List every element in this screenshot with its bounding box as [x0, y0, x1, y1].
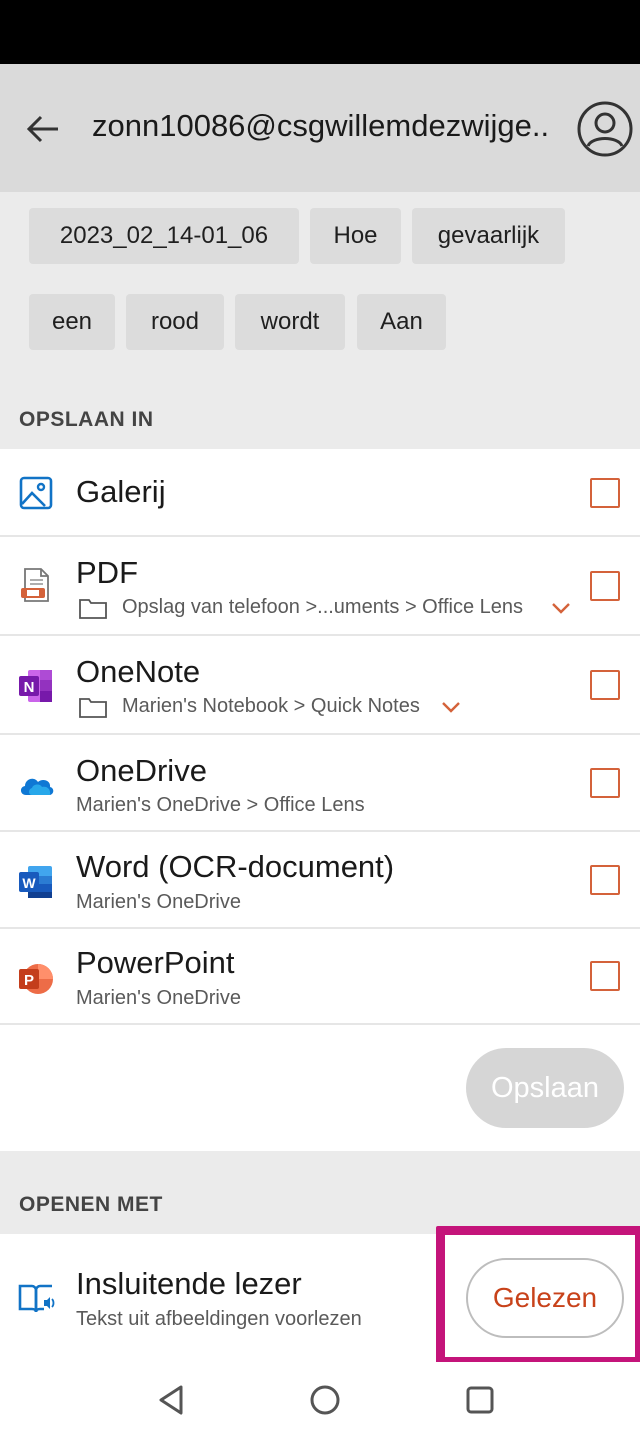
destination-row-pdf[interactable]: PDF Opslag van telefoon >...uments > Off…	[0, 537, 640, 636]
word-checkbox[interactable]	[590, 865, 620, 895]
destination-row-gallery[interactable]: Galerij	[0, 449, 640, 537]
onedrive-icon	[20, 778, 54, 795]
destination-row-powerpoint[interactable]: P PowerPoint Marien's OneDrive	[0, 929, 640, 1025]
save-area: Opslaan	[0, 1025, 640, 1151]
save-destination-list: Galerij PDF Opslag van telefoon >...umen…	[0, 449, 640, 1025]
tag-chip[interactable]: Aan	[357, 294, 446, 350]
destination-path: Marien's OneDrive	[76, 891, 241, 913]
folder-icon	[79, 599, 107, 619]
gallery-icon	[19, 476, 53, 510]
chevron-down-icon[interactable]	[550, 601, 572, 615]
triangle-back-icon	[159, 1385, 183, 1415]
avatar-button[interactable]	[576, 100, 634, 158]
open-with-section-header: OPENEN MET	[0, 1151, 640, 1234]
destination-row-word[interactable]: W Word (OCR-document) Marien's OneDrive	[0, 832, 640, 929]
destination-title: OneNote	[76, 654, 201, 689]
powerpoint-icon: P	[19, 964, 53, 994]
section-title: OPENEN MET	[19, 1193, 163, 1216]
top-app-bar: zonn10086@csgwillemdezwijge..	[0, 64, 640, 192]
onenote-icon: N	[19, 670, 52, 702]
save-button[interactable]: Opslaan	[466, 1048, 624, 1128]
arrow-left-icon	[26, 115, 58, 143]
circle-home-icon	[310, 1385, 340, 1415]
destination-path: Marien's Notebook > Quick Notes	[122, 695, 420, 717]
tag-chip[interactable]: Hoe	[310, 208, 401, 264]
chevron-down-icon[interactable]	[440, 700, 462, 714]
nav-home-button[interactable]	[307, 1382, 343, 1418]
onedrive-checkbox[interactable]	[590, 768, 620, 798]
destination-path: Marien's OneDrive	[76, 987, 241, 1009]
immersive-reader-icon	[18, 1284, 55, 1313]
nav-recents-button[interactable]	[462, 1382, 498, 1418]
destination-path: Opslag van telefoon >...uments > Office …	[122, 596, 523, 618]
destination-row-onenote[interactable]: N OneNote Marien's Notebook > Quick Note…	[0, 636, 640, 735]
destination-title: Galerij	[76, 474, 166, 509]
tag-chip[interactable]: rood	[126, 294, 224, 350]
folder-icon	[79, 698, 107, 718]
onenote-checkbox[interactable]	[590, 670, 620, 700]
powerpoint-checkbox[interactable]	[590, 961, 620, 991]
svg-text:P: P	[24, 972, 34, 989]
highlight-annotation	[436, 1226, 640, 1366]
reader-title: Insluitende lezer	[76, 1266, 302, 1301]
account-email: zonn10086@csgwillemdezwijge..	[92, 108, 550, 143]
system-nav-bar	[0, 1362, 640, 1440]
pdf-checkbox[interactable]	[590, 571, 620, 601]
destination-title: PDF	[76, 555, 138, 590]
tag-chip[interactable]: een	[29, 294, 115, 350]
reader-description: Tekst uit afbeeldingen voorlezen	[76, 1308, 362, 1330]
svg-text:W: W	[22, 875, 36, 891]
square-recents-icon	[466, 1386, 494, 1414]
tag-list: 2023_02_14-01_06 Hoe gevaarlijk een rood…	[0, 192, 640, 380]
tag-chip[interactable]: gevaarlijk	[412, 208, 565, 264]
svg-text:N: N	[24, 679, 35, 696]
pdf-icon	[21, 568, 49, 602]
destination-title: OneDrive	[76, 753, 207, 788]
nav-back-button[interactable]	[153, 1382, 189, 1418]
word-icon: W	[19, 866, 52, 898]
destination-path: Marien's OneDrive > Office Lens	[76, 794, 365, 816]
tag-chip[interactable]: 2023_02_14-01_06	[29, 208, 299, 264]
save-in-section-header: OPSLAAN IN	[0, 380, 640, 449]
gallery-checkbox[interactable]	[590, 478, 620, 508]
tag-chip[interactable]: wordt	[235, 294, 345, 350]
section-title: OPSLAAN IN	[19, 408, 154, 431]
account-circle-icon	[577, 101, 633, 157]
destination-row-onedrive[interactable]: OneDrive Marien's OneDrive > Office Lens	[0, 735, 640, 832]
destination-title: PowerPoint	[76, 945, 235, 980]
status-bar	[0, 0, 640, 64]
destination-title: Word (OCR-document)	[76, 849, 395, 884]
back-button[interactable]	[22, 108, 64, 150]
